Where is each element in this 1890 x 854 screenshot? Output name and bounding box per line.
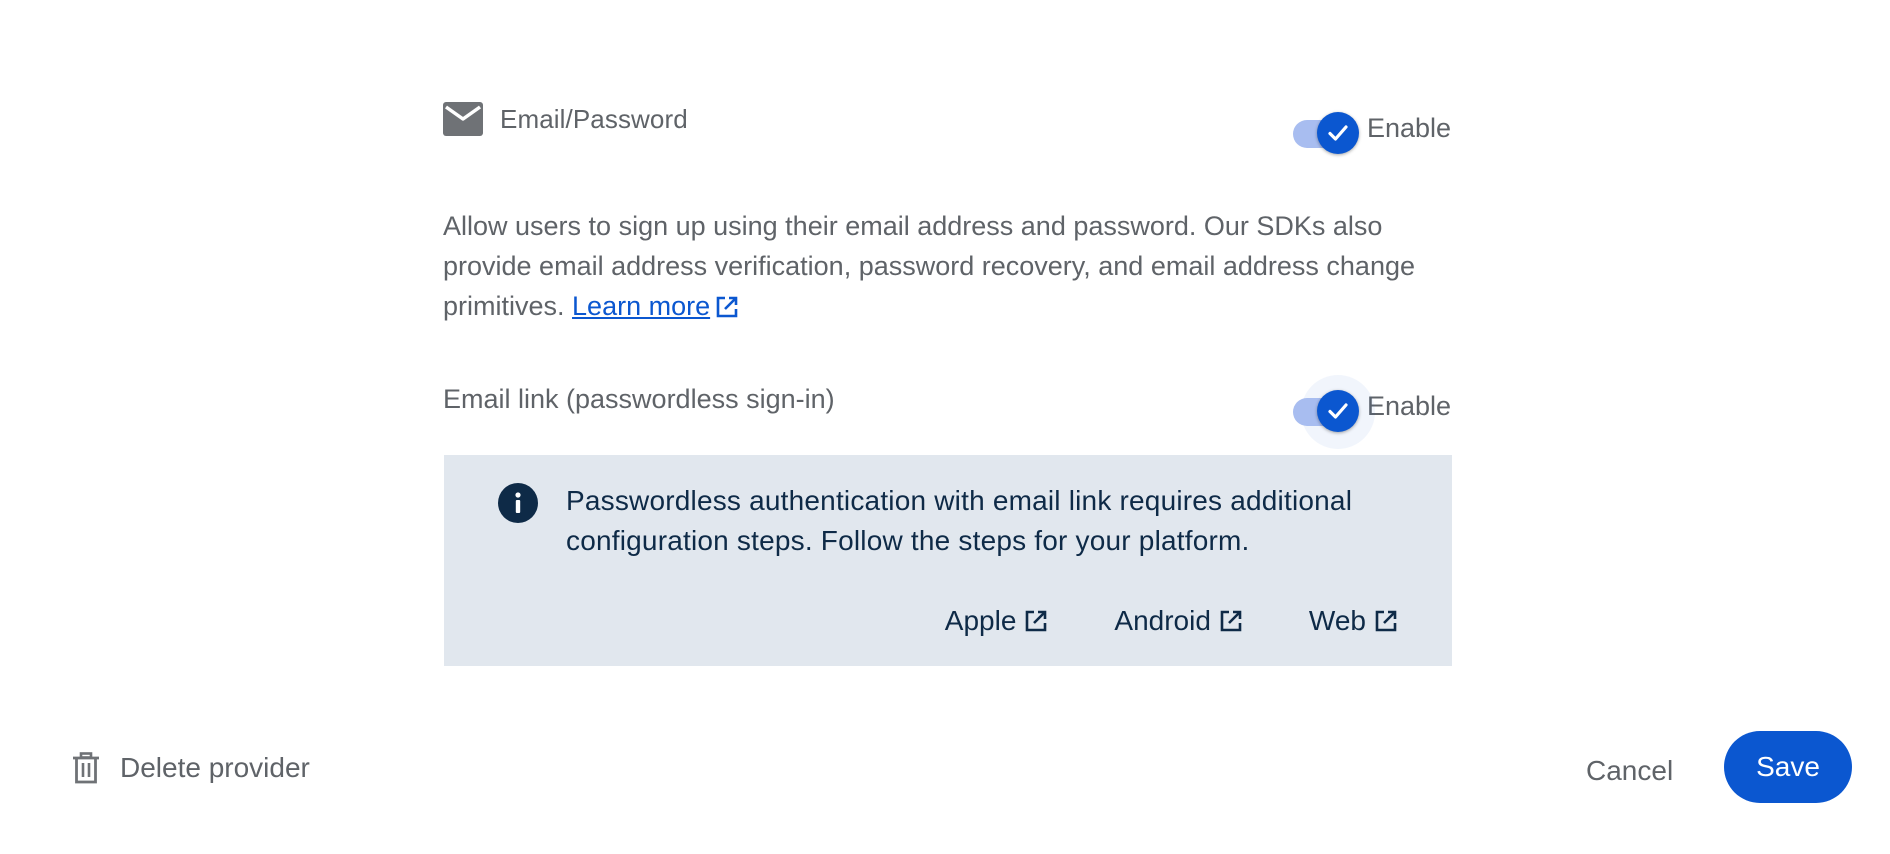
save-button[interactable]: Save	[1724, 731, 1852, 803]
platform-link-label: Web	[1308, 605, 1366, 636]
check-icon	[1328, 125, 1348, 141]
info-text: Passwordless authentication with email l…	[566, 485, 1353, 556]
email-icon	[443, 102, 483, 136]
toggle-knob	[1317, 390, 1359, 432]
email-link-label: Email link (passwordless sign-in)	[443, 384, 835, 414]
email-link-enable-toggle[interactable]	[1291, 375, 1375, 449]
platform-link-label: Apple	[944, 605, 1017, 636]
enable-label: Enable	[1367, 390, 1452, 421]
apple-docs-link[interactable]: Apple	[945, 605, 1051, 637]
trash-icon	[72, 752, 100, 784]
check-icon	[1328, 403, 1348, 419]
provider-name: Email/Password	[500, 103, 688, 134]
learn-more-link[interactable]: Learn more	[572, 291, 710, 321]
info-icon	[498, 483, 538, 523]
email-password-toggle-group: Enable	[1291, 106, 1452, 154]
platform-links: Apple Android Web	[881, 605, 1400, 637]
email-link-toggle-group: Enable	[1291, 375, 1452, 449]
external-link-icon	[1217, 607, 1245, 635]
provider-description: Allow users to sign up using their email…	[443, 206, 1443, 326]
cancel-button[interactable]: Cancel	[1578, 748, 1681, 794]
android-docs-link[interactable]: Android	[1114, 605, 1245, 637]
toggle-knob	[1317, 112, 1359, 154]
external-link-icon[interactable]	[714, 294, 740, 320]
email-password-enable-toggle[interactable]	[1291, 106, 1365, 154]
provider-config-dialog: Email/Password Enable Allow users to sig…	[0, 0, 1890, 854]
web-docs-link[interactable]: Web	[1309, 605, 1400, 637]
info-box: Passwordless authentication with email l…	[444, 455, 1452, 666]
provider-header: Email/Password	[443, 102, 688, 136]
external-link-icon	[1372, 607, 1400, 635]
delete-provider-label: Delete provider	[120, 752, 310, 783]
delete-provider-button[interactable]: Delete provider	[72, 752, 310, 784]
platform-link-label: Android	[1114, 605, 1211, 636]
enable-label: Enable	[1367, 112, 1452, 143]
external-link-icon	[1022, 607, 1050, 635]
